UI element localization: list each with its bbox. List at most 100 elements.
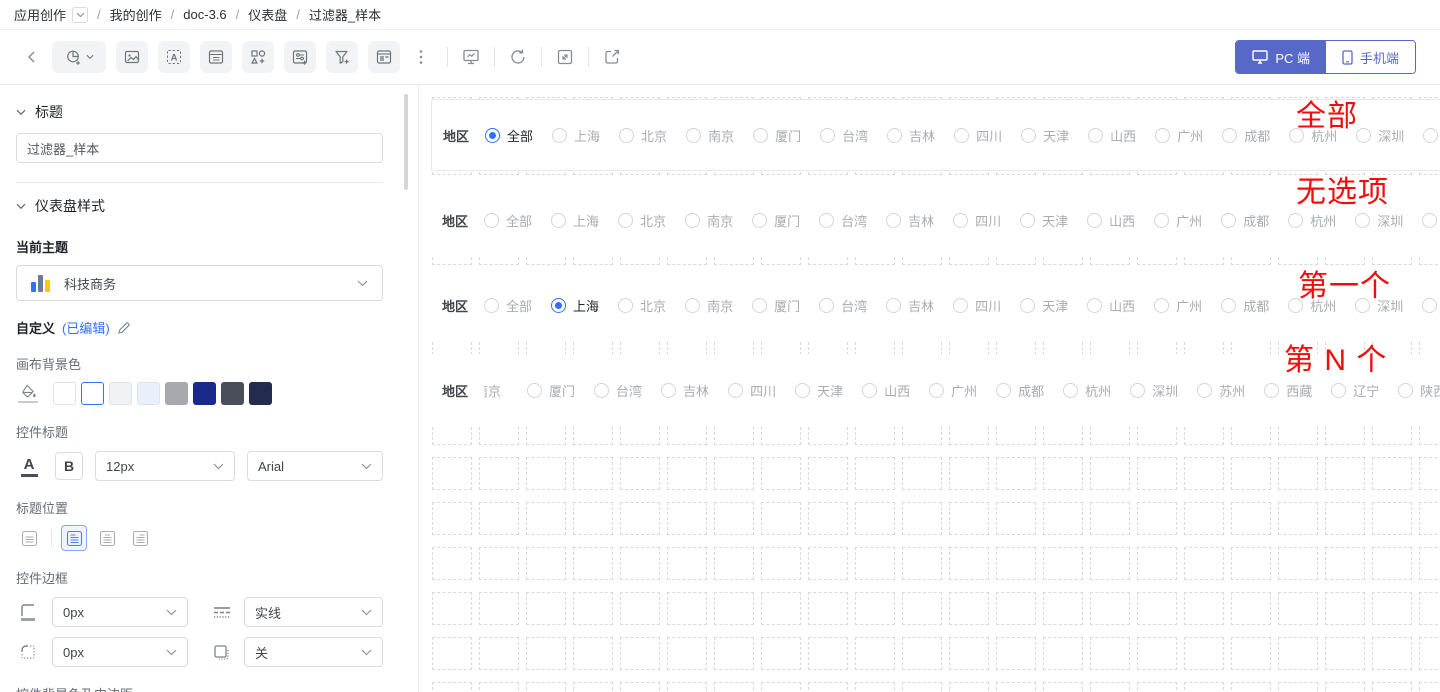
paint-bucket-icon[interactable]: [16, 384, 40, 403]
radio-option[interactable]: 上海: [552, 126, 600, 145]
radio-option[interactable]: 辽宁: [1331, 381, 1379, 400]
canvas-bg-swatch[interactable]: [53, 382, 76, 405]
radio-option[interactable]: 上海: [551, 211, 599, 230]
add-container-button[interactable]: [368, 41, 400, 73]
radio-option[interactable]: 杭州: [1063, 381, 1111, 400]
radio-option[interactable]: 天津: [1020, 296, 1068, 315]
canvas-bg-swatch[interactable]: [165, 382, 188, 405]
border-style-select[interactable]: 实线: [244, 597, 383, 627]
radio-option[interactable]: 广州: [1155, 126, 1203, 145]
radio-option[interactable]: 北京: [619, 126, 667, 145]
font-family-select[interactable]: Arial: [247, 451, 383, 481]
add-filter-button[interactable]: [326, 41, 358, 73]
radio-option[interactable]: 厦门: [753, 126, 801, 145]
edit-theme-button[interactable]: [117, 321, 131, 335]
breadcrumb-item-app[interactable]: 应用创作: [14, 5, 66, 24]
radio-option[interactable]: 山西: [862, 381, 910, 400]
radio-option[interactable]: 南京: [686, 126, 734, 145]
radio-option[interactable]: 台湾: [819, 211, 867, 230]
radio-option[interactable]: 台湾: [594, 381, 642, 400]
radio-option[interactable]: 厦门: [527, 381, 575, 400]
style-section-header[interactable]: 仪表盘样式: [16, 196, 383, 216]
font-size-select[interactable]: 12px: [95, 451, 235, 481]
radio-option[interactable]: 杭州: [1288, 211, 1336, 230]
radio-option[interactable]: 成都: [996, 381, 1044, 400]
filter-widget[interactable]: 地区全部上海北京南京厦门台湾吉林四川天津山西广州成都杭州深圳苏州西藏辽宁: [431, 184, 1440, 256]
back-button[interactable]: [24, 49, 40, 65]
radio-option[interactable]: 吉林: [886, 296, 934, 315]
add-form-button[interactable]: [200, 41, 232, 73]
title-section-header[interactable]: 标题: [16, 102, 383, 122]
radio-option[interactable]: 北京: [618, 296, 666, 315]
radio-option[interactable]: 天津: [795, 381, 843, 400]
radio-option[interactable]: 广州: [1154, 211, 1202, 230]
radio-option[interactable]: 天津: [1020, 211, 1068, 230]
radio-option[interactable]: 全部: [484, 296, 532, 315]
radio-option[interactable]: 广州: [929, 381, 977, 400]
fullscreen-button[interactable]: [555, 47, 575, 67]
canvas-bg-swatch[interactable]: [193, 382, 216, 405]
pc-view-button[interactable]: PC 端: [1236, 41, 1326, 73]
canvas-bg-swatch[interactable]: [81, 382, 104, 405]
radio-option[interactable]: 南京: [685, 296, 733, 315]
add-image-button[interactable]: [116, 41, 148, 73]
radio-option[interactable]: 广州: [1154, 296, 1202, 315]
radio-option[interactable]: 吉林: [661, 381, 709, 400]
dashboard-title-input[interactable]: [16, 133, 383, 163]
font-color-button[interactable]: A: [16, 456, 42, 477]
radio-option[interactable]: 台湾: [820, 126, 868, 145]
canvas-bg-swatch[interactable]: [109, 382, 132, 405]
canvas-bg-swatch[interactable]: [249, 382, 272, 405]
radio-option[interactable]: 全部: [485, 126, 533, 145]
more-tools-button[interactable]: [410, 41, 432, 73]
add-component-button[interactable]: [242, 41, 274, 73]
radio-option[interactable]: 陕西: [1398, 381, 1440, 400]
radio-option[interactable]: 南京: [484, 381, 508, 400]
border-width-select[interactable]: 0px: [52, 597, 188, 627]
add-control-button[interactable]: [284, 41, 316, 73]
border-radius-select[interactable]: 0px: [52, 637, 188, 667]
present-button[interactable]: [461, 47, 481, 67]
sidebar-scrollbar[interactable]: [404, 94, 408, 190]
dashboard-canvas[interactable]: 地区全部上海北京南京厦门台湾吉林四川天津山西广州成都杭州深圳苏州西藏辽宁地区全部…: [419, 85, 1440, 692]
radio-option[interactable]: 深圳: [1130, 381, 1178, 400]
radio-option[interactable]: 南京: [685, 211, 733, 230]
mobile-view-button[interactable]: 手机端: [1326, 41, 1415, 73]
breadcrumb-dropdown-toggle[interactable]: [72, 7, 88, 23]
radio-option[interactable]: 四川: [954, 126, 1002, 145]
title-hidden-option[interactable]: [16, 525, 42, 551]
radio-option[interactable]: 苏州: [1423, 126, 1440, 145]
title-left-option[interactable]: [61, 525, 87, 551]
radio-option[interactable]: 山西: [1087, 211, 1135, 230]
radio-option[interactable]: 厦门: [752, 296, 800, 315]
radio-option[interactable]: 苏州: [1422, 296, 1440, 315]
radio-option[interactable]: 苏州: [1197, 381, 1245, 400]
radio-option[interactable]: 四川: [728, 381, 776, 400]
radio-option[interactable]: 四川: [953, 211, 1001, 230]
radio-option[interactable]: 北京: [618, 211, 666, 230]
refresh-button[interactable]: [508, 47, 528, 67]
radio-option[interactable]: 上海: [551, 296, 599, 315]
breadcrumb-item-doc[interactable]: doc-3.6: [183, 7, 226, 22]
radio-option[interactable]: 成都: [1221, 296, 1269, 315]
canvas-bg-swatch[interactable]: [221, 382, 244, 405]
radio-option[interactable]: 吉林: [886, 211, 934, 230]
add-chart-button[interactable]: [52, 41, 106, 73]
breadcrumb-item-dashboard[interactable]: 仪表盘: [248, 5, 287, 24]
radio-option[interactable]: 山西: [1087, 296, 1135, 315]
radio-option[interactable]: 全部: [484, 211, 532, 230]
radio-option[interactable]: 西藏: [1264, 381, 1312, 400]
theme-select[interactable]: 科技商务: [16, 265, 383, 301]
filter-widget[interactable]: 地区全部上海北京南京厦门台湾吉林四川天津山西广州成都杭州深圳苏州西藏辽宁: [431, 99, 1440, 171]
radio-option[interactable]: 四川: [953, 296, 1001, 315]
radio-option[interactable]: 吉林: [887, 126, 935, 145]
title-right-option[interactable]: [127, 525, 153, 551]
radio-option[interactable]: 苏州: [1422, 211, 1440, 230]
radio-option[interactable]: 深圳: [1356, 126, 1404, 145]
title-center-option[interactable]: [94, 525, 120, 551]
radio-option[interactable]: 深圳: [1355, 211, 1403, 230]
share-button[interactable]: [602, 47, 622, 67]
add-text-button[interactable]: A: [158, 41, 190, 73]
bold-button[interactable]: B: [55, 452, 83, 480]
radio-option[interactable]: 成都: [1222, 126, 1270, 145]
